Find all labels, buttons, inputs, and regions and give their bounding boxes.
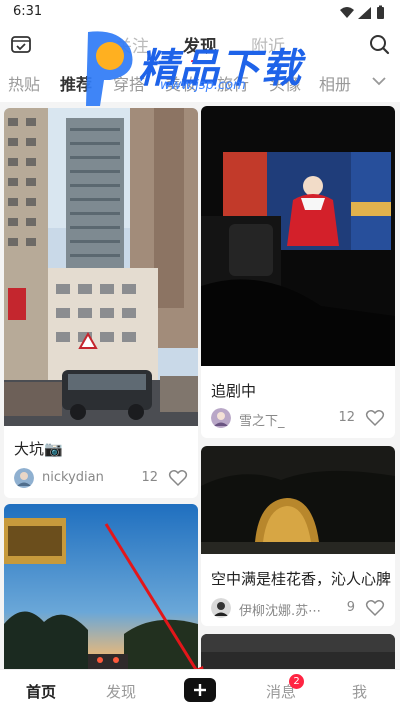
feed-card[interactable]: 空中满是桂花香，沁人心脾 伊柳沈娜.苏⋯ 9 xyxy=(201,446,395,626)
tab-nearby[interactable]: 附近 xyxy=(251,32,285,57)
card-photo xyxy=(201,634,395,669)
feed-card[interactable]: 追剧中 雪之下_ 12 xyxy=(201,106,395,438)
avatar[interactable] xyxy=(211,408,231,428)
category-avatar[interactable]: 头像 xyxy=(269,71,301,95)
author-name[interactable]: 伊柳沈娜.苏⋯ xyxy=(239,600,321,619)
tab-follow[interactable]: 关注 xyxy=(115,32,149,57)
author-name[interactable]: 雪之下_ xyxy=(239,410,285,429)
category-beauty[interactable]: 美妆 xyxy=(165,71,197,95)
feed-card[interactable] xyxy=(201,634,395,669)
plus-icon xyxy=(194,684,206,696)
wifi-icon xyxy=(340,7,354,18)
feed-card[interactable] xyxy=(4,504,198,669)
category-album[interactable]: 相册 xyxy=(319,71,355,95)
card-title: 大坑📷 xyxy=(14,440,63,458)
card-photo xyxy=(201,446,395,554)
nav-home[interactable]: 首页 xyxy=(26,681,56,702)
signal-icon xyxy=(358,7,371,19)
tab-discover[interactable]: 发现 xyxy=(183,32,217,63)
category-recommend[interactable]: 推荐 xyxy=(60,71,92,95)
avatar[interactable] xyxy=(14,468,34,488)
status-time: 6:31 xyxy=(13,4,43,19)
category-travel[interactable]: 旅行 xyxy=(217,71,249,95)
like-count: 12 xyxy=(338,410,355,425)
nav-discover[interactable]: 发现 xyxy=(106,681,136,702)
card-photo xyxy=(4,108,198,426)
heart-outline-icon[interactable] xyxy=(168,468,188,488)
feed: 大坑📷 nickydian 12 追剧中 雪之下_ 12 空中满是桂花香，沁人心… xyxy=(0,102,400,669)
avatar[interactable] xyxy=(211,598,231,618)
battery-icon xyxy=(377,7,384,19)
category-hot[interactable]: 热贴 xyxy=(8,71,40,95)
heart-outline-icon[interactable] xyxy=(365,598,385,618)
card-photo xyxy=(201,106,395,366)
calendar-check-icon[interactable] xyxy=(10,33,32,55)
author-name[interactable]: nickydian xyxy=(42,470,104,485)
card-photo xyxy=(4,504,198,669)
nav-me[interactable]: 我 xyxy=(352,681,367,702)
card-meta: 雪之下_ 12 xyxy=(211,408,385,430)
card-title: 追剧中 xyxy=(211,382,257,400)
category-outfit[interactable]: 穿搭 xyxy=(113,71,145,95)
chevron-down-icon[interactable] xyxy=(370,72,388,90)
bottom-nav: 首页 发现 消息 2 我 xyxy=(0,669,400,712)
category-row: 热贴 推荐 穿搭 美妆 旅行 头像 相册 xyxy=(0,62,400,102)
heart-outline-icon[interactable] xyxy=(365,408,385,428)
card-meta: nickydian 12 xyxy=(14,468,188,490)
card-title: 空中满是桂花香，沁人心脾 xyxy=(211,570,392,588)
top-nav: 关注 发现 附近 xyxy=(0,26,400,63)
like-count: 9 xyxy=(346,600,355,615)
like-count: 12 xyxy=(141,470,158,485)
status-icons xyxy=(340,5,384,19)
status-bar: 6:31 xyxy=(0,0,400,26)
feed-card[interactable]: 大坑📷 nickydian 12 xyxy=(4,108,198,498)
messages-badge: 2 xyxy=(289,674,304,689)
card-meta: 伊柳沈娜.苏⋯ 9 xyxy=(211,598,385,620)
post-button[interactable] xyxy=(184,678,216,702)
search-icon[interactable] xyxy=(368,33,390,55)
